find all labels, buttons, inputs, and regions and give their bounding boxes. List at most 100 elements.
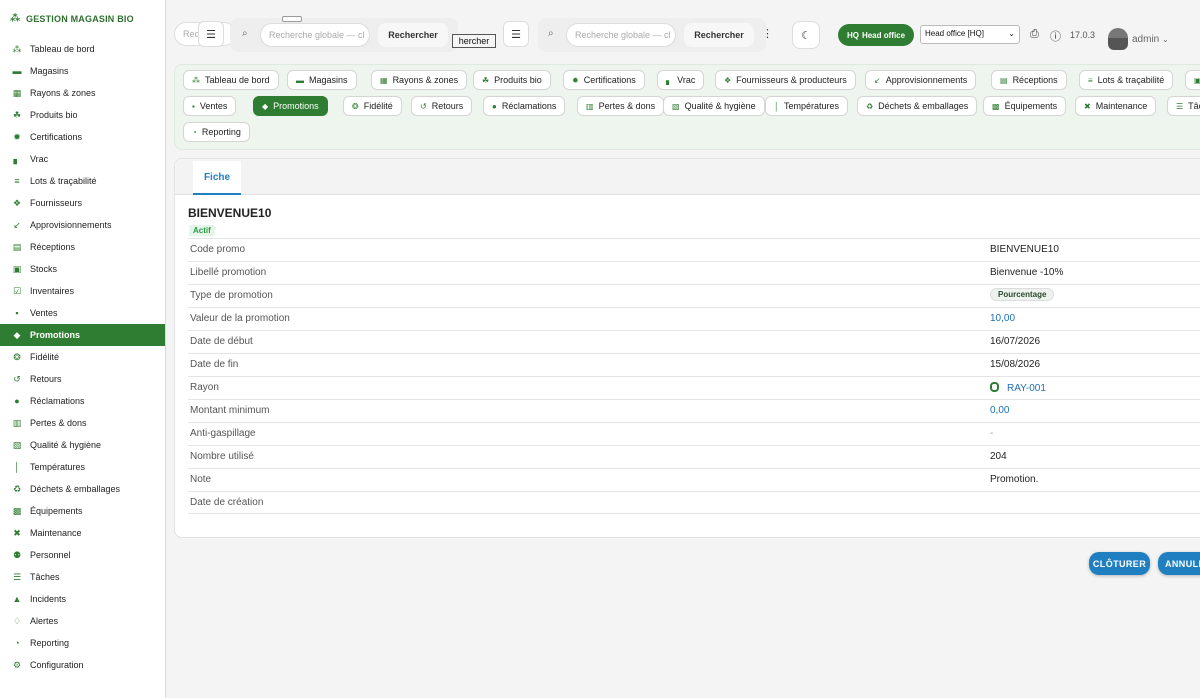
search-button-2[interactable]: Rechercher [684, 23, 754, 47]
sidebar-item-6[interactable]: ▖ Vrac [0, 148, 165, 170]
module-tab-8[interactable]: ↙ Approvisionnements [865, 70, 977, 90]
module-tab-22[interactable]: ✖ Maintenance [1075, 96, 1157, 116]
sidebar-item-4[interactable]: ☘ Produits bio [0, 104, 165, 126]
search-tooltip-button[interactable]: hercher [452, 34, 496, 48]
sidebar-item-3[interactable]: ▦ Rayons & zones [0, 82, 165, 104]
sidebar-item-24[interactable]: ⚉ Personnel [0, 544, 165, 566]
hq-badge[interactable]: HQ Head office [838, 24, 914, 46]
module-tab-20[interactable]: ♻ Déchets & emballages [857, 96, 978, 116]
module-tab-7[interactable]: ❖ Fournisseurs & producteurs [715, 70, 856, 90]
module-tab-17[interactable]: ▥ Pertes & dons [577, 96, 665, 116]
sidebar-item-8[interactable]: ❖ Fournisseurs [0, 192, 165, 214]
module-tab-23[interactable]: ☰ Tâches [1167, 96, 1200, 116]
help-icon[interactable]: ⓘ [1050, 28, 1061, 44]
award-icon: ❂ [352, 101, 359, 111]
sidebar-item-19[interactable]: ▧ Qualité & hygiène [0, 434, 165, 456]
clipboard-icon: ▧ [12, 440, 22, 450]
status-badge: Actif [189, 225, 215, 236]
module-tab-11[interactable]: ▣Stocks [1185, 70, 1200, 90]
sidebar-item-9[interactable]: ↙ Approvisionnements [0, 214, 165, 236]
rayon-link[interactable]: RAY-001 [1007, 383, 1046, 394]
close-promotion-button[interactable]: CLÔTURER [1089, 552, 1150, 575]
sidebar-item-label: Stocks [30, 264, 58, 274]
dark-mode-toggle[interactable]: ☾ [792, 21, 820, 49]
sidebar-item-29[interactable]: ⚙ Configuration [0, 654, 165, 676]
sidebar-item-1[interactable]: ⁂ Tableau de bord [0, 38, 165, 60]
avatar[interactable] [1108, 28, 1128, 50]
field-value: Pourcentage [990, 288, 1055, 301]
cancel-button[interactable]: ANNULE [1158, 552, 1200, 575]
sidebar-item-5[interactable]: ✹ Certifications [0, 126, 165, 148]
office-select[interactable]: Head office [HQ] ⌄ [920, 25, 1020, 44]
sidebar-item-7[interactable]: ≡ Lots & traçabilité [0, 170, 165, 192]
sidebar-item-28[interactable]: ◔ Reporting [0, 632, 165, 654]
chart-pie-icon: ◔ [14, 638, 20, 648]
sidebar-item-15[interactable]: ❂ Fidélité [0, 346, 165, 368]
module-tab-6[interactable]: ▖ Vrac [657, 70, 705, 90]
sidebar-item-11[interactable]: ▣ Stocks [0, 258, 165, 280]
field-value[interactable]: 0,00 [990, 405, 1009, 416]
module-tab-18[interactable]: ▧ Qualité & hygiène [663, 96, 765, 116]
field-label: Montant minimum [190, 405, 270, 416]
module-tab-19[interactable]: │ Températures [765, 96, 849, 116]
module-tab-label: Pertes & dons [598, 101, 656, 111]
module-tab-14[interactable]: ❂ Fidélité [343, 96, 402, 116]
sidebar-item-27[interactable]: ♢ Alertes [0, 610, 165, 632]
certificate-icon: ✹ [572, 75, 579, 85]
sidebar-item-17[interactable]: ● Réclamations [0, 390, 165, 412]
module-tab-16[interactable]: ● Réclamations [483, 96, 566, 116]
module-tab-2[interactable]: ▬ Magasins [287, 70, 357, 90]
tools-icon: ✖ [13, 528, 21, 538]
sidebar-item-22[interactable]: ▩ Équipements [0, 500, 165, 522]
truck-icon: ▤ [1000, 75, 1008, 85]
user-name: admin [1132, 34, 1160, 45]
tab-fiche[interactable]: Fiche [193, 161, 241, 195]
cash-register-icon: ▪ [192, 101, 195, 111]
sidebar-item-25[interactable]: ☰ Tâches [0, 566, 165, 588]
sidebar-item-21[interactable]: ♻ Déchets & emballages [0, 478, 165, 500]
sidebar-item-23[interactable]: ✖ Maintenance [0, 522, 165, 544]
module-tab-4[interactable]: ☘ Produits bio [473, 70, 551, 90]
module-tab-5[interactable]: ✹ Certifications [563, 70, 645, 90]
module-tab-12[interactable]: ▪ Ventes [183, 96, 237, 116]
global-search-placeholder-2: Recherche globale — cl [575, 30, 671, 40]
field-value[interactable]: RAY-001 [990, 382, 1046, 394]
sidebar-item-20[interactable]: │ Températures [0, 456, 165, 478]
sidebar-item-label: Retours [30, 374, 62, 384]
sidebar-item-14[interactable]: ◆ Promotions [0, 324, 165, 346]
user-menu[interactable]: admin ⌄ [1132, 34, 1169, 45]
field-value[interactable]: 10,00 [990, 313, 1015, 324]
module-tab-10[interactable]: ≡ Lots & traçabilité [1079, 70, 1174, 90]
module-tab-24[interactable]: ◔ Reporting [183, 122, 250, 142]
sidebar-item-26[interactable]: ▲ Incidents [0, 588, 165, 610]
module-tab-3[interactable]: ▦ Rayons & zones [371, 70, 468, 90]
ghost-button-fragment[interactable] [282, 16, 302, 22]
brand[interactable]: ⁂ GESTION MAGASIN BIO [0, 0, 165, 38]
sidebar-item-13[interactable]: ▪ Ventes [0, 302, 165, 324]
menu-toggle-button[interactable]: ☰ [198, 21, 224, 47]
module-tab-13[interactable]: ◆ Promotions [253, 96, 328, 116]
chevron-down-icon: ⌄ [1162, 35, 1169, 44]
global-search-input-1[interactable]: Recherche globale — cl [260, 23, 370, 47]
list-icon: ≡ [1088, 75, 1093, 85]
module-tab-1[interactable]: ⁂ Tableau de bord [183, 70, 279, 90]
module-tab-21[interactable]: ▩ Équipements [983, 96, 1067, 116]
moon-icon: ☾ [801, 29, 811, 42]
print-icon[interactable]: ⎙ [1030, 28, 1039, 41]
module-tab-label: Réclamations [501, 101, 557, 111]
sidebar-item-2[interactable]: ▬ Magasins [0, 60, 165, 82]
module-tab-15[interactable]: ↺ Retours [411, 96, 473, 116]
module-tab-9[interactable]: ▤ Réceptions [991, 70, 1067, 90]
sidebar-item-12[interactable]: ☑ Inventaires [0, 280, 165, 302]
menu-toggle-button-2[interactable]: ☰ [503, 21, 529, 47]
global-search-input-2[interactable]: Recherche globale — cl [566, 23, 676, 47]
sidebar-item-18[interactable]: ▥ Pertes & dons [0, 412, 165, 434]
sidebar-item-16[interactable]: ↺ Retours [0, 368, 165, 390]
sidebar-item-label: Reporting [30, 638, 70, 648]
more-vertical-icon[interactable]: ⋮ [762, 27, 773, 40]
module-tab-label: Certifications [583, 75, 636, 85]
thermometer-icon: │ [14, 462, 20, 472]
search-button-1[interactable]: Rechercher [378, 23, 448, 47]
sidebar-item-label: Magasins [30, 66, 69, 76]
sidebar-item-10[interactable]: ▤ Réceptions [0, 236, 165, 258]
